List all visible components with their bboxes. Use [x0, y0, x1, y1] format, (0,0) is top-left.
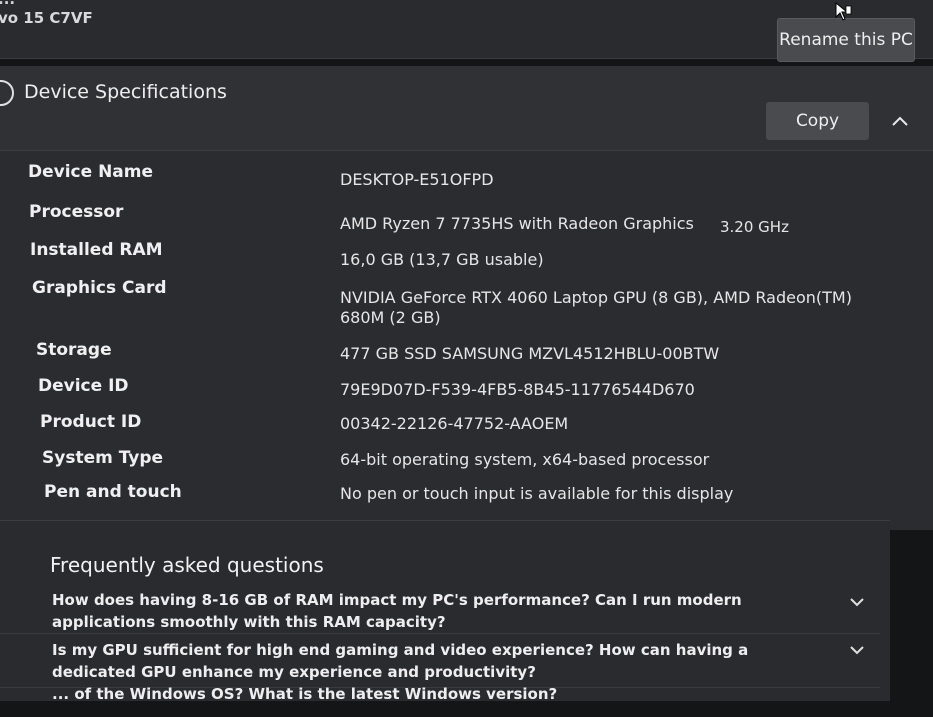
spec-label: Storage — [36, 340, 112, 360]
spec-label: Pen and touch — [44, 482, 182, 502]
spec-value: DESKTOP-E51OFPD — [340, 170, 494, 189]
spec-label: Product ID — [40, 412, 142, 432]
chevron-down-icon[interactable] — [848, 643, 866, 657]
processor-clock-speed: 3.20 GHz — [720, 218, 789, 236]
rename-pc-button[interactable]: Rename this PC — [777, 18, 915, 62]
spec-label: Processor — [29, 202, 124, 222]
faq-question: How does having 8-16 GB of RAM impact my… — [52, 591, 742, 631]
spec-value: 79E9D07D-F539-4FB5-8B45-11776544D670 — [340, 380, 695, 399]
device-model: vo 15 C7VF — [0, 9, 93, 27]
spec-value: NVIDIA GeForce RTX 4060 Laptop GPU (8 GB… — [340, 288, 852, 327]
device-rename-card: ... vo 15 C7VF Rename this PC — [0, 0, 933, 62]
spec-value: No pen or touch input is available for t… — [340, 484, 734, 503]
device-title: ... — [0, 0, 15, 8]
spec-label: Graphics Card — [32, 278, 167, 298]
spec-value: 00342-22126-47752-AAOEM — [340, 414, 569, 433]
faq-title: Frequently asked questions — [50, 553, 324, 577]
spec-value: 477 GB SSD SAMSUNG MZVL4512HBLU-00BTW — [340, 344, 720, 363]
spec-value: 64-bit operating system, x64-based proce… — [340, 450, 710, 469]
device-specifications-card: Device Specifications Copy Device Name D… — [0, 66, 933, 530]
copy-button[interactable]: Copy — [766, 102, 869, 140]
section-title: Device Specifications — [24, 81, 227, 103]
faq-item[interactable]: ... of the Windows OS? What is the lates… — [0, 685, 880, 717]
spec-label: Device ID — [38, 376, 129, 396]
spec-label: Installed RAM — [30, 240, 163, 260]
faq-item[interactable]: How does having 8-16 GB of RAM impact my… — [0, 583, 880, 634]
faq-card: Frequently asked questions How does havi… — [0, 520, 890, 703]
spec-label: System Type — [42, 448, 164, 468]
device-specifications-header[interactable]: Device Specifications Copy — [0, 66, 933, 151]
faq-question: Is my GPU sufficient for high end gaming… — [52, 641, 749, 681]
cursor-icon — [835, 2, 852, 21]
faq-question: ... of the Windows OS? What is the lates… — [52, 685, 558, 703]
info-icon — [0, 80, 14, 106]
spec-value: 16,0 GB (13,7 GB usable) — [340, 250, 544, 269]
chevron-up-icon[interactable] — [889, 112, 911, 130]
chevron-down-icon[interactable] — [848, 595, 866, 609]
spec-label: Device Name — [28, 162, 154, 182]
faq-item[interactable]: Is my GPU sufficient for high end gaming… — [0, 633, 880, 688]
spec-value: AMD Ryzen 7 7735HS with Radeon Graphics — [340, 214, 694, 233]
